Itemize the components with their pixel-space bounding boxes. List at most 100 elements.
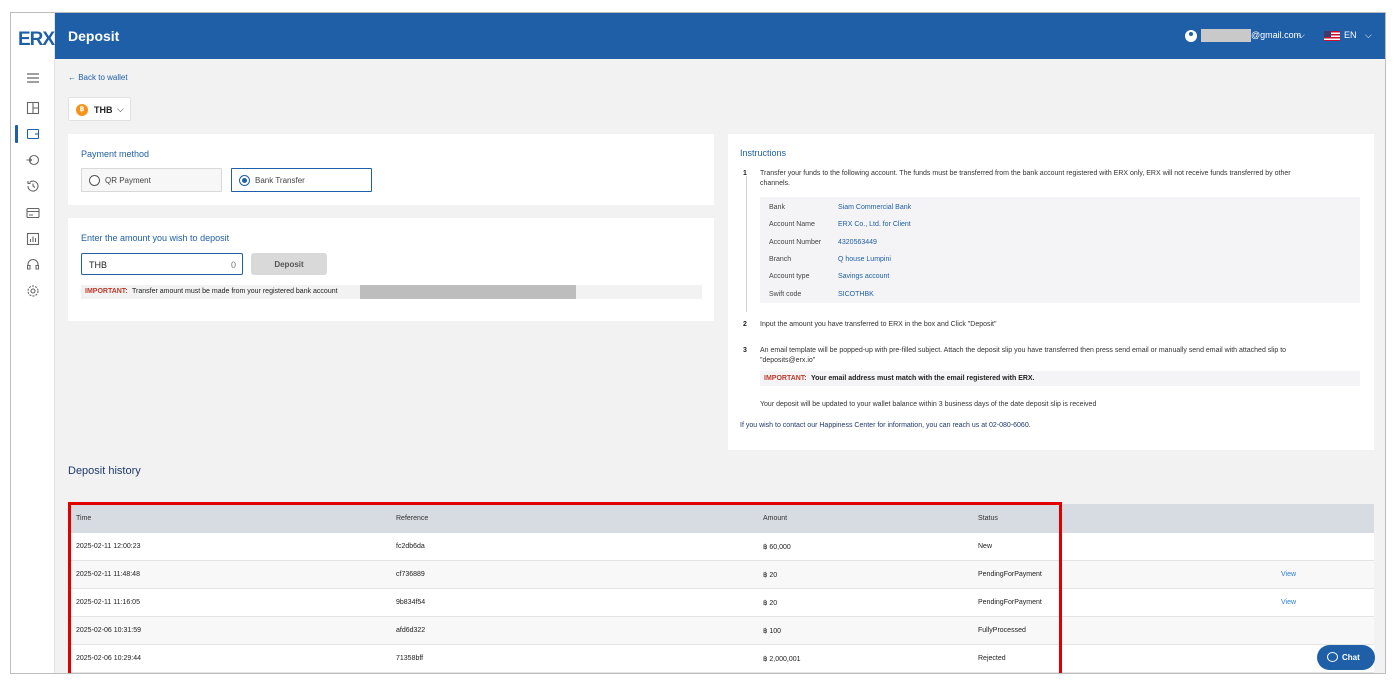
step1-text: Transfer your funds to the following acc…: [760, 170, 1291, 177]
steps-divider: [746, 176, 747, 312]
radio-button[interactable]: [89, 175, 100, 186]
important-label: IMPORTANT:: [764, 375, 807, 382]
chat-label: Chat: [1342, 653, 1360, 662]
amount-input[interactable]: [176, 258, 236, 271]
page-title: Deposit: [68, 28, 120, 44]
payment-method-card: Payment method QR Payment Bank Transfer: [68, 134, 714, 205]
row-reference: 71358bff: [396, 655, 424, 662]
table-row: 2025-02-06 10:29:44 71358bff ฿ 2,000,001…: [68, 645, 1374, 673]
history-icon[interactable]: [25, 178, 41, 194]
chevron-down-icon[interactable]: ⌵: [1365, 30, 1372, 41]
step1-text-cont: channels.: [760, 180, 790, 187]
support-icon[interactable]: [25, 257, 41, 273]
deposit-amount-title: Enter the amount you wish to deposit: [81, 233, 230, 243]
wallet-icon[interactable]: [25, 126, 41, 142]
settings-icon[interactable]: [25, 283, 41, 299]
amount-input-field[interactable]: THB: [81, 253, 243, 275]
chevron-down-icon[interactable]: ⌵: [1298, 30, 1305, 41]
app-window: ERX Deposit @gmail.com ⌵ EN ⌵ ← Back to …: [10, 12, 1386, 674]
row-time: 2025-02-06 10:29:44: [76, 655, 141, 662]
row-status: PendingForPayment: [978, 571, 1042, 578]
bank-key: Bank: [769, 204, 785, 211]
qr-payment-option[interactable]: QR Payment: [81, 168, 222, 192]
row-time: 2025-02-11 11:48:48: [76, 571, 140, 578]
table-row: 2025-02-11 12:00:23 fc2db6da ฿ 60,000 Ne…: [68, 533, 1374, 561]
row-time: 2025-02-11 12:00:23: [76, 543, 141, 550]
account-type-key: Account type: [769, 273, 810, 280]
step-number: 1: [743, 170, 747, 177]
chevron-down-icon: ⌵: [117, 104, 124, 114]
row-amount: ฿ 100: [763, 628, 782, 635]
account-redacted: [360, 285, 576, 299]
table-row: 2025-02-11 11:16:05 9b834f54 ฿ 20 Pendin…: [68, 589, 1374, 617]
report-icon[interactable]: [25, 231, 41, 247]
us-flag-icon[interactable]: [1324, 31, 1340, 41]
column-header-status: Status: [978, 515, 998, 522]
thb-coin-icon: ฿: [76, 104, 88, 116]
bank-transfer-option[interactable]: Bank Transfer: [231, 168, 372, 192]
user-email[interactable]: @gmail.com: [1251, 30, 1301, 40]
row-reference: cf736889: [396, 571, 425, 578]
deposit-button[interactable]: Deposit: [251, 253, 327, 275]
deposit-amount-card: Enter the amount you wish to deposit THB…: [68, 218, 714, 321]
deposit-history-title: Deposit history: [68, 465, 141, 477]
currency-selector[interactable]: ฿ THB ⌵: [68, 97, 131, 121]
deposit-history-table: Time Reference Amount Status 2025-02-11 …: [68, 504, 1374, 673]
option-label: Bank Transfer: [255, 176, 305, 185]
back-to-wallet-link[interactable]: ← Back to wallet: [68, 73, 128, 82]
contact-note: If you wish to contact our Happiness Cen…: [740, 422, 1031, 429]
view-link[interactable]: View: [1281, 599, 1296, 606]
branch-value: Q house Lumpini: [838, 256, 891, 263]
chat-button[interactable]: Chat: [1317, 645, 1375, 670]
branch-key: Branch: [769, 256, 792, 263]
row-amount: ฿ 20: [763, 572, 778, 579]
step-number: 3: [743, 347, 747, 354]
step3-text: An email template will be popped-up with…: [760, 347, 1287, 354]
row-status: New: [978, 543, 993, 550]
step-number: 2: [743, 321, 747, 328]
important-label: IMPORTANT:: [85, 288, 128, 295]
swift-code-value: SICOTHBK: [838, 291, 874, 298]
sidebar: ERX: [11, 13, 55, 673]
top-bar: Deposit @gmail.com ⌵ EN ⌵: [55, 13, 1385, 59]
column-header-amount: Amount: [763, 515, 788, 522]
amount-currency: THB: [89, 260, 107, 270]
account-number-value: 4320563449: [838, 239, 877, 246]
card-icon[interactable]: [25, 205, 41, 221]
user-icon[interactable]: [1185, 30, 1197, 42]
bank-details-box: Bank Siam Commercial Bank Account Name E…: [760, 197, 1360, 303]
step2-text: Input the amount you have transferred to…: [760, 321, 997, 328]
update-note: Your deposit will be updated to your wal…: [760, 401, 1097, 408]
instructions-card: Instructions 1 Transfer your funds to th…: [728, 134, 1374, 450]
row-status: Rejected: [978, 655, 1006, 662]
currency-code: THB: [94, 105, 113, 115]
view-link[interactable]: View: [1281, 571, 1296, 578]
account-number-key: Account Number: [769, 239, 822, 246]
dashboard-icon[interactable]: [25, 100, 41, 116]
column-header-reference: Reference: [396, 515, 429, 522]
account-type-value: Savings account: [838, 273, 890, 280]
row-time: 2025-02-06 10:31:59: [76, 627, 141, 634]
row-amount: ฿ 2,000,001: [763, 656, 801, 663]
row-reference: fc2db6da: [396, 543, 425, 550]
table-header: Time Reference Amount Status: [68, 504, 1374, 533]
important-text: Your email address must match with the e…: [811, 375, 1035, 382]
row-reference: 9b834f54: [396, 599, 426, 606]
language-selector[interactable]: EN: [1344, 30, 1357, 40]
row-amount: ฿ 60,000: [763, 544, 791, 551]
radio-button[interactable]: [239, 175, 250, 186]
payment-method-title: Payment method: [81, 149, 150, 159]
sidebar-active-indicator: [15, 125, 18, 143]
column-header-time: Time: [76, 515, 92, 522]
table-row: 2025-02-11 11:48:48 cf736889 ฿ 20 Pendin…: [68, 561, 1374, 589]
withdraw-icon[interactable]: [25, 152, 41, 168]
row-status: FullyProcessed: [978, 627, 1026, 634]
important-notice: IMPORTANT: Transfer amount must be made …: [81, 285, 702, 299]
chat-bubble-icon: [1327, 652, 1338, 662]
erx-logo[interactable]: ERX: [18, 29, 55, 51]
account-name-key: Account Name: [769, 221, 815, 228]
row-amount: ฿ 20: [763, 600, 778, 607]
email-important-notice: IMPORTANT: Your email address must match…: [760, 371, 1360, 386]
menu-icon[interactable]: [25, 70, 41, 86]
bank-value: Siam Commercial Bank: [838, 204, 912, 211]
